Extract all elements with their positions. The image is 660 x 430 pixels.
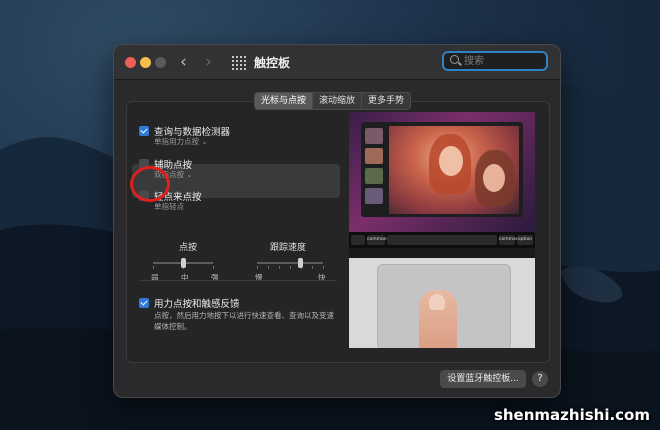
watermark: shenmazhishi.com [493,406,650,424]
touchbar-key [351,235,365,245]
tracking-slider-tick [257,266,258,269]
tracking-slider-tick [290,266,291,269]
touchbar-key [387,235,497,245]
click-slider-tick [153,266,154,269]
preview-thumbnail [365,148,383,164]
preview-photos-app [361,122,523,217]
close-button[interactable] [125,57,136,68]
settings-panel: 查询与数据检测器 单指用力点按 ⌄ 辅助点按 双指点按 ⌄ 轻点来点按 单指轻点… [126,101,550,363]
tab-point-and-click[interactable]: 光标与点按 [255,93,313,109]
tracking-max-label: 快 [318,273,326,282]
force-click-description: 点按，然后用力地按下以进行快速查看、查询以及变速媒体控制。 [154,311,334,331]
preview-fingernail [429,294,445,310]
preview-touch-bar: command command option [349,232,535,248]
preview-screen [349,112,535,232]
title-bar: ‹ › 触控板 [114,45,560,80]
help-button[interactable]: ? [532,371,548,387]
force-click-label: 用力点按和触感反馈 [154,299,240,310]
touchbar-key: option [517,235,533,245]
zoom-button[interactable] [155,57,166,68]
lookup-checkbox[interactable] [139,126,149,136]
preview-keyboard-row [349,248,535,258]
touchbar-key: command [367,235,389,245]
tracking-speed-knob[interactable] [297,258,303,268]
minimize-button[interactable] [140,57,151,68]
preview-thumbnail [365,168,383,184]
tab-more-gestures[interactable]: 更多手势 [361,93,410,109]
tracking-slider-track [257,262,323,264]
preview-thumbnail [365,128,383,144]
setup-bluetooth-trackpad-button[interactable]: 设置蓝牙触控板... [440,370,526,388]
force-click-checkbox[interactable] [139,298,149,308]
touchbar-key: command [499,235,521,245]
divider [139,280,337,281]
click-slider-tick [213,266,214,269]
click-max-label: 强 [211,273,219,282]
search-input[interactable] [464,54,544,68]
annotation-circle [130,166,170,202]
search-icon [450,55,459,64]
lookup-subtitle[interactable]: 单指用力点按 ⌄ [154,136,208,147]
tap-to-click-subtitle: 单指轻点 [154,202,184,211]
click-mid-label: 中 [181,273,189,282]
preview-photo-detail [439,146,463,176]
tracking-speed-title: 跟踪速度 [270,243,307,253]
tracking-slider-tick [279,266,280,269]
preview-thumbnail [365,188,383,204]
window-title: 触控板 [254,56,291,70]
tracking-slider-tick [268,266,269,269]
click-min-label: 弱 [151,273,159,282]
preview-photo [389,126,519,214]
search-field[interactable] [442,51,548,71]
click-slider-knob[interactable] [181,258,186,268]
tracking-slider-tick [323,266,324,269]
show-all-grid-icon[interactable] [232,56,246,70]
click-slider-title: 点按 [179,243,198,253]
back-chevron-icon[interactable]: ‹ [180,53,187,71]
preview-photo-detail [483,164,505,192]
trackpad-preferences-window: ‹ › 触控板 查询与数据检测器 单指用力点按 ⌄ 辅助点按 双指点按 ⌄ 轻点… [113,44,561,398]
tab-scroll-and-zoom[interactable]: 滚动缩放 [312,93,361,109]
tracking-slider-tick [312,266,313,269]
tracking-min-label: 慢 [255,273,263,282]
forward-chevron-icon[interactable]: › [205,53,212,71]
tab-bar: 光标与点按 滚动缩放 更多手势 [254,92,412,110]
gesture-preview-video: command command option [349,112,535,348]
